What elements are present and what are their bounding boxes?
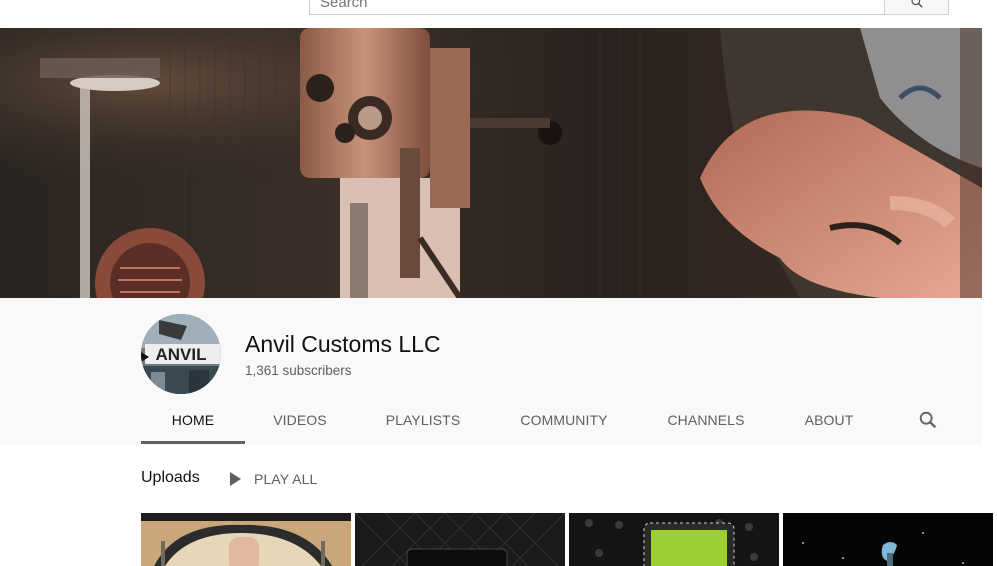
search-input[interactable] xyxy=(310,0,884,14)
video-thumbnail[interactable] xyxy=(569,513,779,566)
video-thumbnail[interactable] xyxy=(141,513,351,566)
play-icon xyxy=(230,472,241,486)
channel-header: ANVIL Anvil Customs LLC 1,361 subscriber… xyxy=(0,298,982,445)
video-thumbnail[interactable] xyxy=(783,513,993,566)
uploads-title[interactable]: Uploads xyxy=(141,469,200,487)
tab-videos[interactable]: VIDEOS xyxy=(251,398,349,442)
channel-name: Anvil Customs LLC xyxy=(245,331,441,357)
tab-playlists[interactable]: PLAYLISTS xyxy=(371,398,475,442)
svg-text:ANVIL: ANVIL xyxy=(156,345,207,364)
tab-community[interactable]: COMMUNITY xyxy=(503,398,625,442)
thumbnail-image xyxy=(569,513,779,566)
channel-banner xyxy=(0,28,982,298)
subscriber-count: 1,361 subscribers xyxy=(245,363,352,378)
search-icon xyxy=(910,0,923,8)
uploads-thumbnails xyxy=(141,513,993,566)
search-icon xyxy=(919,411,937,429)
search-button[interactable] xyxy=(884,0,949,15)
channel-avatar[interactable]: ANVIL xyxy=(141,314,221,394)
tab-home[interactable]: HOME xyxy=(141,398,245,444)
channel-search-button[interactable] xyxy=(917,409,939,431)
thumbnail-image xyxy=(783,513,993,566)
search-box[interactable] xyxy=(309,0,885,15)
banner-image xyxy=(0,28,982,298)
top-bar xyxy=(0,0,997,28)
tab-about[interactable]: ABOUT xyxy=(793,398,865,442)
video-thumbnail[interactable] xyxy=(355,513,565,566)
play-all-button[interactable]: PLAY ALL xyxy=(228,469,317,489)
youtube-channel-page: ANVIL Anvil Customs LLC 1,361 subscriber… xyxy=(0,0,997,566)
channel-tabs: HOME VIDEOS PLAYLISTS COMMUNITY CHANNELS… xyxy=(141,398,961,444)
thumbnail-image xyxy=(141,513,351,566)
tab-channels[interactable]: CHANNELS xyxy=(655,398,757,442)
play-all-label: PLAY ALL xyxy=(254,471,318,487)
thumbnail-image xyxy=(355,513,565,566)
avatar-image: ANVIL xyxy=(141,314,221,394)
